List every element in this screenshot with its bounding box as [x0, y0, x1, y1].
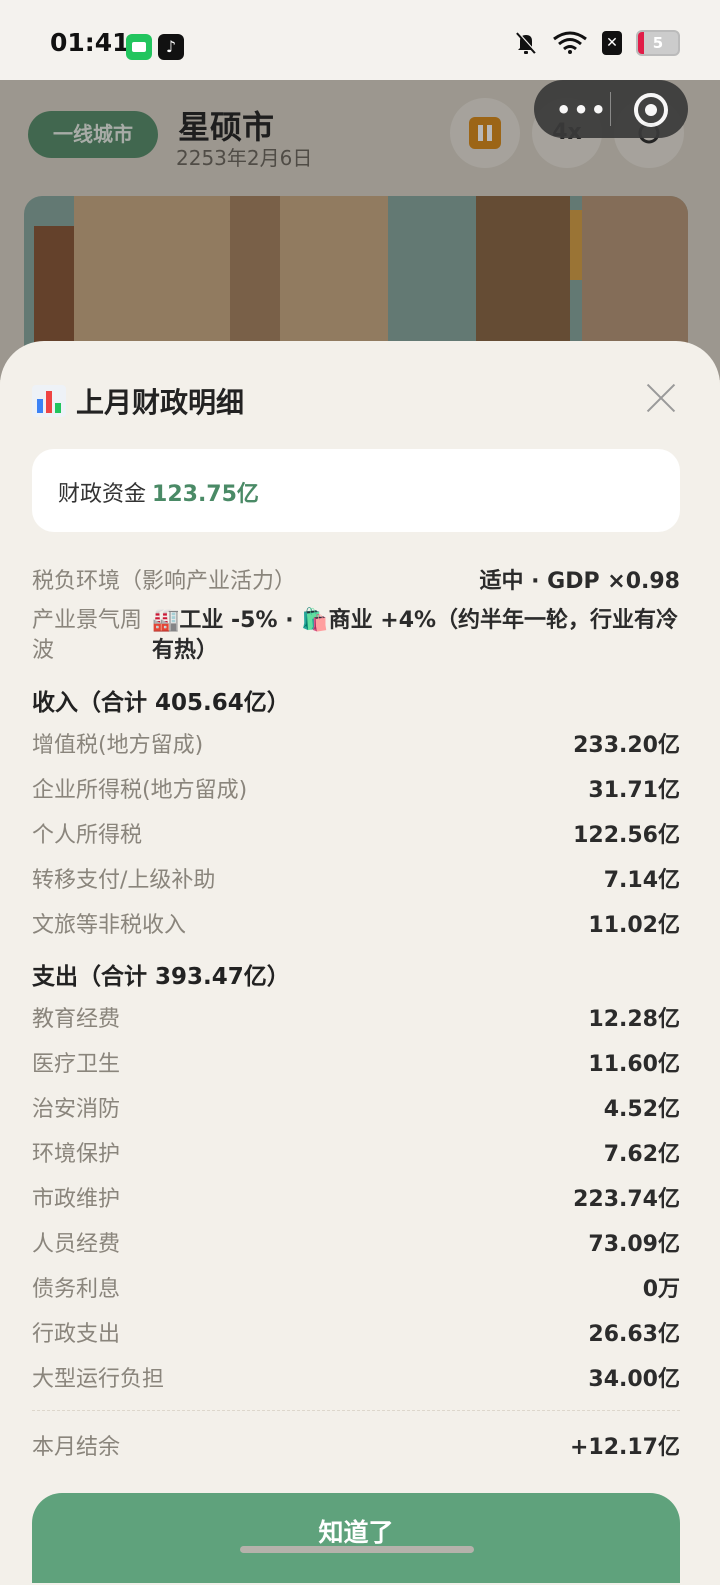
expense-label: 医疗卫生 [32, 1052, 121, 1077]
balance-value: +12.17亿 [569, 1435, 680, 1460]
expense-value: 11.60亿 [588, 1052, 680, 1077]
income-label: 企业所得税(地方留成) [32, 778, 248, 803]
ok-button[interactable]: 知道了 [32, 1493, 680, 1583]
expense-value: 4.52亿 [603, 1097, 680, 1122]
fund-card: 财政资金 123.75亿 [32, 449, 680, 532]
income-value: 122.56亿 [573, 823, 680, 848]
expense-value: 34.00亿 [588, 1367, 680, 1392]
sheet-header: 上月财政明细 [32, 381, 244, 421]
battery-level: 5 [652, 34, 664, 52]
wifi-icon [553, 31, 587, 54]
expense-value: 12.28亿 [588, 1007, 680, 1032]
more-menu-icon[interactable]: ••• [556, 96, 608, 124]
no-sim-icon: ✕ [602, 31, 622, 55]
fund-label: 财政资金 [58, 482, 147, 507]
expense-label: 大型运行负担 [32, 1367, 165, 1392]
sheet-title: 上月财政明细 [76, 386, 245, 419]
divider [32, 1410, 680, 1411]
expense-header: 支出（合计 393.47亿） [32, 964, 290, 990]
tiktok-icon: ♪ [158, 34, 184, 60]
status-bar: 01:41 ♪ ✕ 5 [0, 0, 720, 80]
expense-value: 73.09亿 [588, 1232, 680, 1257]
expense-value: 26.63亿 [588, 1322, 680, 1347]
income-value: 7.14亿 [603, 868, 680, 893]
clock: 01:41 [50, 28, 130, 57]
home-indicator[interactable] [240, 1546, 474, 1553]
expense-value: 7.62亿 [603, 1142, 680, 1167]
expense-label: 行政支出 [32, 1322, 121, 1347]
close-icon[interactable] [646, 383, 676, 413]
expense-value: 0万 [642, 1277, 680, 1302]
cycle-label: 产业景气周波 [32, 608, 143, 663]
cycle-value: 🏭工业 -5% · 🛍️商业 +4%（约半年一轮，行业有冷有热） [152, 608, 679, 663]
battery-icon: 5 [636, 30, 680, 56]
finance-detail-sheet: 上月财政明细 财政资金 123.75亿 税负环境（影响产业活力） 适中 · GDP… [0, 341, 720, 1585]
income-label: 增值税(地方留成) [32, 733, 204, 758]
expense-label: 教育经费 [32, 1007, 121, 1032]
expense-label: 治安消防 [32, 1097, 121, 1122]
income-label: 个人所得税 [32, 823, 143, 848]
balance-label: 本月结余 [32, 1435, 121, 1460]
income-label: 文旅等非税收入 [32, 913, 187, 938]
mini-program-capsule: ••• [534, 80, 688, 138]
mute-bell-icon [516, 31, 537, 54]
expense-label: 环境保护 [32, 1142, 121, 1167]
expense-label: 债务利息 [32, 1277, 121, 1302]
recorder-icon [126, 34, 152, 60]
income-header: 收入（合计 405.64亿） [32, 690, 290, 716]
income-value: 11.02亿 [588, 913, 680, 938]
bar-chart-icon [32, 385, 66, 417]
income-value: 31.71亿 [588, 778, 680, 803]
tax-env-label: 税负环境（影响产业活力） [32, 569, 297, 594]
expense-value: 223.74亿 [573, 1187, 680, 1212]
income-value: 233.20亿 [573, 733, 680, 758]
tax-env-value: 适中 · GDP ×0.98 [479, 569, 681, 594]
expense-label: 市政维护 [32, 1187, 121, 1212]
close-miniapp-icon[interactable] [634, 93, 668, 127]
fund-value: 123.75亿 [152, 482, 259, 507]
expense-label: 人员经费 [32, 1232, 121, 1257]
income-label: 转移支付/上级补助 [32, 868, 216, 893]
